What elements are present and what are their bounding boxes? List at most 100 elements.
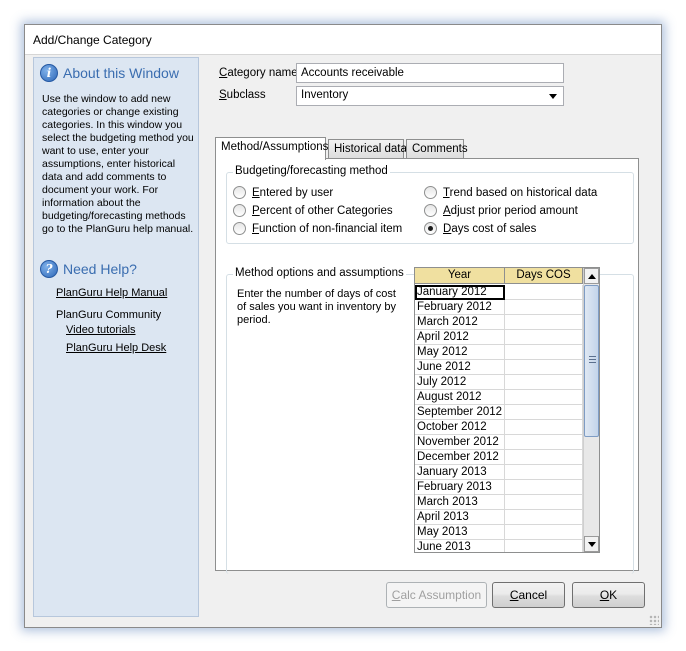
days-cos-cell[interactable] bbox=[505, 420, 583, 435]
table-row[interactable]: August 2012 bbox=[415, 390, 583, 405]
table-row[interactable]: October 2012 bbox=[415, 420, 583, 435]
add-change-category-dialog: Add/Change Category i About this Window … bbox=[24, 24, 662, 628]
cancel-button[interactable]: Cancel bbox=[492, 582, 565, 608]
calc-assumption-button[interactable]: Calc Assumption bbox=[386, 582, 487, 608]
table-row[interactable]: May 2013 bbox=[415, 525, 583, 540]
table-row[interactable]: March 2012 bbox=[415, 315, 583, 330]
help-manual-link[interactable]: PlanGuru Help Manual bbox=[56, 287, 167, 299]
radio-entered-by-user[interactable]: Entered by user bbox=[233, 186, 333, 199]
table-row[interactable]: May 2012 bbox=[415, 345, 583, 360]
need-help-heading-text: Need Help? bbox=[63, 261, 137, 277]
need-help-heading: ? Need Help? bbox=[40, 260, 137, 278]
days-cos-cell[interactable] bbox=[505, 405, 583, 420]
days-cos-cell[interactable] bbox=[505, 330, 583, 345]
days-cos-cell[interactable] bbox=[505, 465, 583, 480]
days-cos-cell[interactable] bbox=[505, 435, 583, 450]
year-cell[interactable]: August 2012 bbox=[415, 390, 505, 405]
radio-circle-checked bbox=[424, 222, 437, 235]
grid-header-year: Year bbox=[415, 268, 505, 284]
question-icon: ? bbox=[40, 260, 58, 278]
table-row[interactable]: September 2012 bbox=[415, 405, 583, 420]
radio-adjust-prior-period[interactable]: Adjust prior period amount bbox=[424, 204, 578, 217]
info-icon: i bbox=[40, 64, 58, 82]
year-cell[interactable]: July 2012 bbox=[415, 375, 505, 390]
resize-grip-icon[interactable] bbox=[649, 615, 659, 625]
days-cos-cell[interactable] bbox=[505, 390, 583, 405]
year-cell[interactable]: September 2012 bbox=[415, 405, 505, 420]
scroll-up-button[interactable] bbox=[584, 268, 599, 284]
table-row[interactable]: April 2013 bbox=[415, 510, 583, 525]
year-cell[interactable]: January 2012 bbox=[415, 285, 505, 300]
grid-scrollbar[interactable] bbox=[583, 268, 599, 552]
days-cos-grid[interactable]: Year Days COS January 2012 February 2012 M… bbox=[414, 267, 600, 553]
table-row[interactable]: July 2012 bbox=[415, 375, 583, 390]
days-cos-cell[interactable] bbox=[505, 540, 583, 552]
title-bar: Add/Change Category bbox=[25, 25, 661, 55]
radio-circle bbox=[233, 186, 246, 199]
year-cell[interactable]: April 2013 bbox=[415, 510, 505, 525]
video-tutorials-link[interactable]: Video tutorials bbox=[66, 324, 136, 336]
radio-function-non-financial[interactable]: Function of non-financial item bbox=[233, 222, 402, 235]
year-cell[interactable]: January 2013 bbox=[415, 465, 505, 480]
arrow-up-icon bbox=[588, 274, 596, 279]
table-row[interactable]: April 2012 bbox=[415, 330, 583, 345]
year-cell[interactable]: April 2012 bbox=[415, 330, 505, 345]
window-title: Add/Change Category bbox=[33, 33, 152, 47]
radio-circle bbox=[424, 204, 437, 217]
table-row[interactable]: November 2012 bbox=[415, 435, 583, 450]
year-cell[interactable]: October 2012 bbox=[415, 420, 505, 435]
days-cos-cell[interactable] bbox=[505, 285, 583, 300]
year-cell[interactable]: February 2013 bbox=[415, 480, 505, 495]
subclass-label: Subclass bbox=[219, 89, 266, 101]
options-instructions: Enter the number of days of cost of sale… bbox=[237, 288, 396, 326]
table-row[interactable]: January 2012 bbox=[415, 285, 583, 300]
table-row[interactable]: June 2012 bbox=[415, 360, 583, 375]
arrow-down-icon bbox=[588, 542, 596, 547]
year-cell[interactable]: June 2013 bbox=[415, 540, 505, 552]
days-cos-cell[interactable] bbox=[505, 300, 583, 315]
radio-trend-historical[interactable]: Trend based on historical data bbox=[424, 186, 597, 199]
table-row[interactable]: June 2013 bbox=[415, 540, 583, 552]
tab-historical-data[interactable]: Historical data bbox=[328, 139, 407, 159]
about-heading: i About this Window bbox=[40, 64, 179, 82]
year-cell[interactable]: March 2012 bbox=[415, 315, 505, 330]
radio-days-cost-of-sales[interactable]: Days cost of sales bbox=[424, 222, 536, 235]
grid-header-days-cos: Days COS bbox=[505, 268, 583, 284]
scroll-down-button[interactable] bbox=[584, 536, 599, 552]
table-row[interactable]: December 2012 bbox=[415, 450, 583, 465]
days-cos-cell[interactable] bbox=[505, 375, 583, 390]
table-row[interactable]: February 2013 bbox=[415, 480, 583, 495]
days-cos-cell[interactable] bbox=[505, 360, 583, 375]
year-cell[interactable]: March 2013 bbox=[415, 495, 505, 510]
year-cell[interactable]: February 2012 bbox=[415, 300, 505, 315]
table-row[interactable]: February 2012 bbox=[415, 300, 583, 315]
table-row[interactable]: March 2013 bbox=[415, 495, 583, 510]
days-cos-cell[interactable] bbox=[505, 480, 583, 495]
days-cos-cell[interactable] bbox=[505, 525, 583, 540]
about-heading-text: About this Window bbox=[63, 65, 179, 81]
days-cos-cell[interactable] bbox=[505, 315, 583, 330]
year-cell[interactable]: June 2012 bbox=[415, 360, 505, 375]
days-cos-cell[interactable] bbox=[505, 510, 583, 525]
table-row[interactable]: January 2013 bbox=[415, 465, 583, 480]
budgeting-method-legend: Budgeting/forecasting method bbox=[233, 165, 390, 177]
days-cos-cell[interactable] bbox=[505, 495, 583, 510]
about-body-text: Use the window to add new categories or … bbox=[42, 93, 194, 235]
radio-circle bbox=[424, 186, 437, 199]
tab-method-assumptions[interactable]: Method/Assumptions bbox=[215, 137, 328, 160]
days-cos-cell[interactable] bbox=[505, 345, 583, 360]
help-desk-link[interactable]: PlanGuru Help Desk bbox=[66, 342, 166, 354]
year-cell[interactable]: May 2012 bbox=[415, 345, 505, 360]
category-name-input[interactable] bbox=[296, 63, 564, 83]
radio-percent-of-other[interactable]: Percent of other Categories bbox=[233, 204, 393, 217]
ok-button[interactable]: OK bbox=[572, 582, 645, 608]
subclass-select[interactable]: Inventory bbox=[296, 86, 564, 106]
year-cell[interactable]: December 2012 bbox=[415, 450, 505, 465]
year-cell[interactable]: November 2012 bbox=[415, 435, 505, 450]
year-cell[interactable]: May 2013 bbox=[415, 525, 505, 540]
days-cos-cell[interactable] bbox=[505, 450, 583, 465]
method-assumptions-page: Budgeting/forecasting method Entered by … bbox=[215, 158, 639, 574]
radio-circle bbox=[233, 204, 246, 217]
tab-comments[interactable]: Comments bbox=[406, 139, 468, 159]
scroll-thumb[interactable] bbox=[584, 285, 599, 437]
